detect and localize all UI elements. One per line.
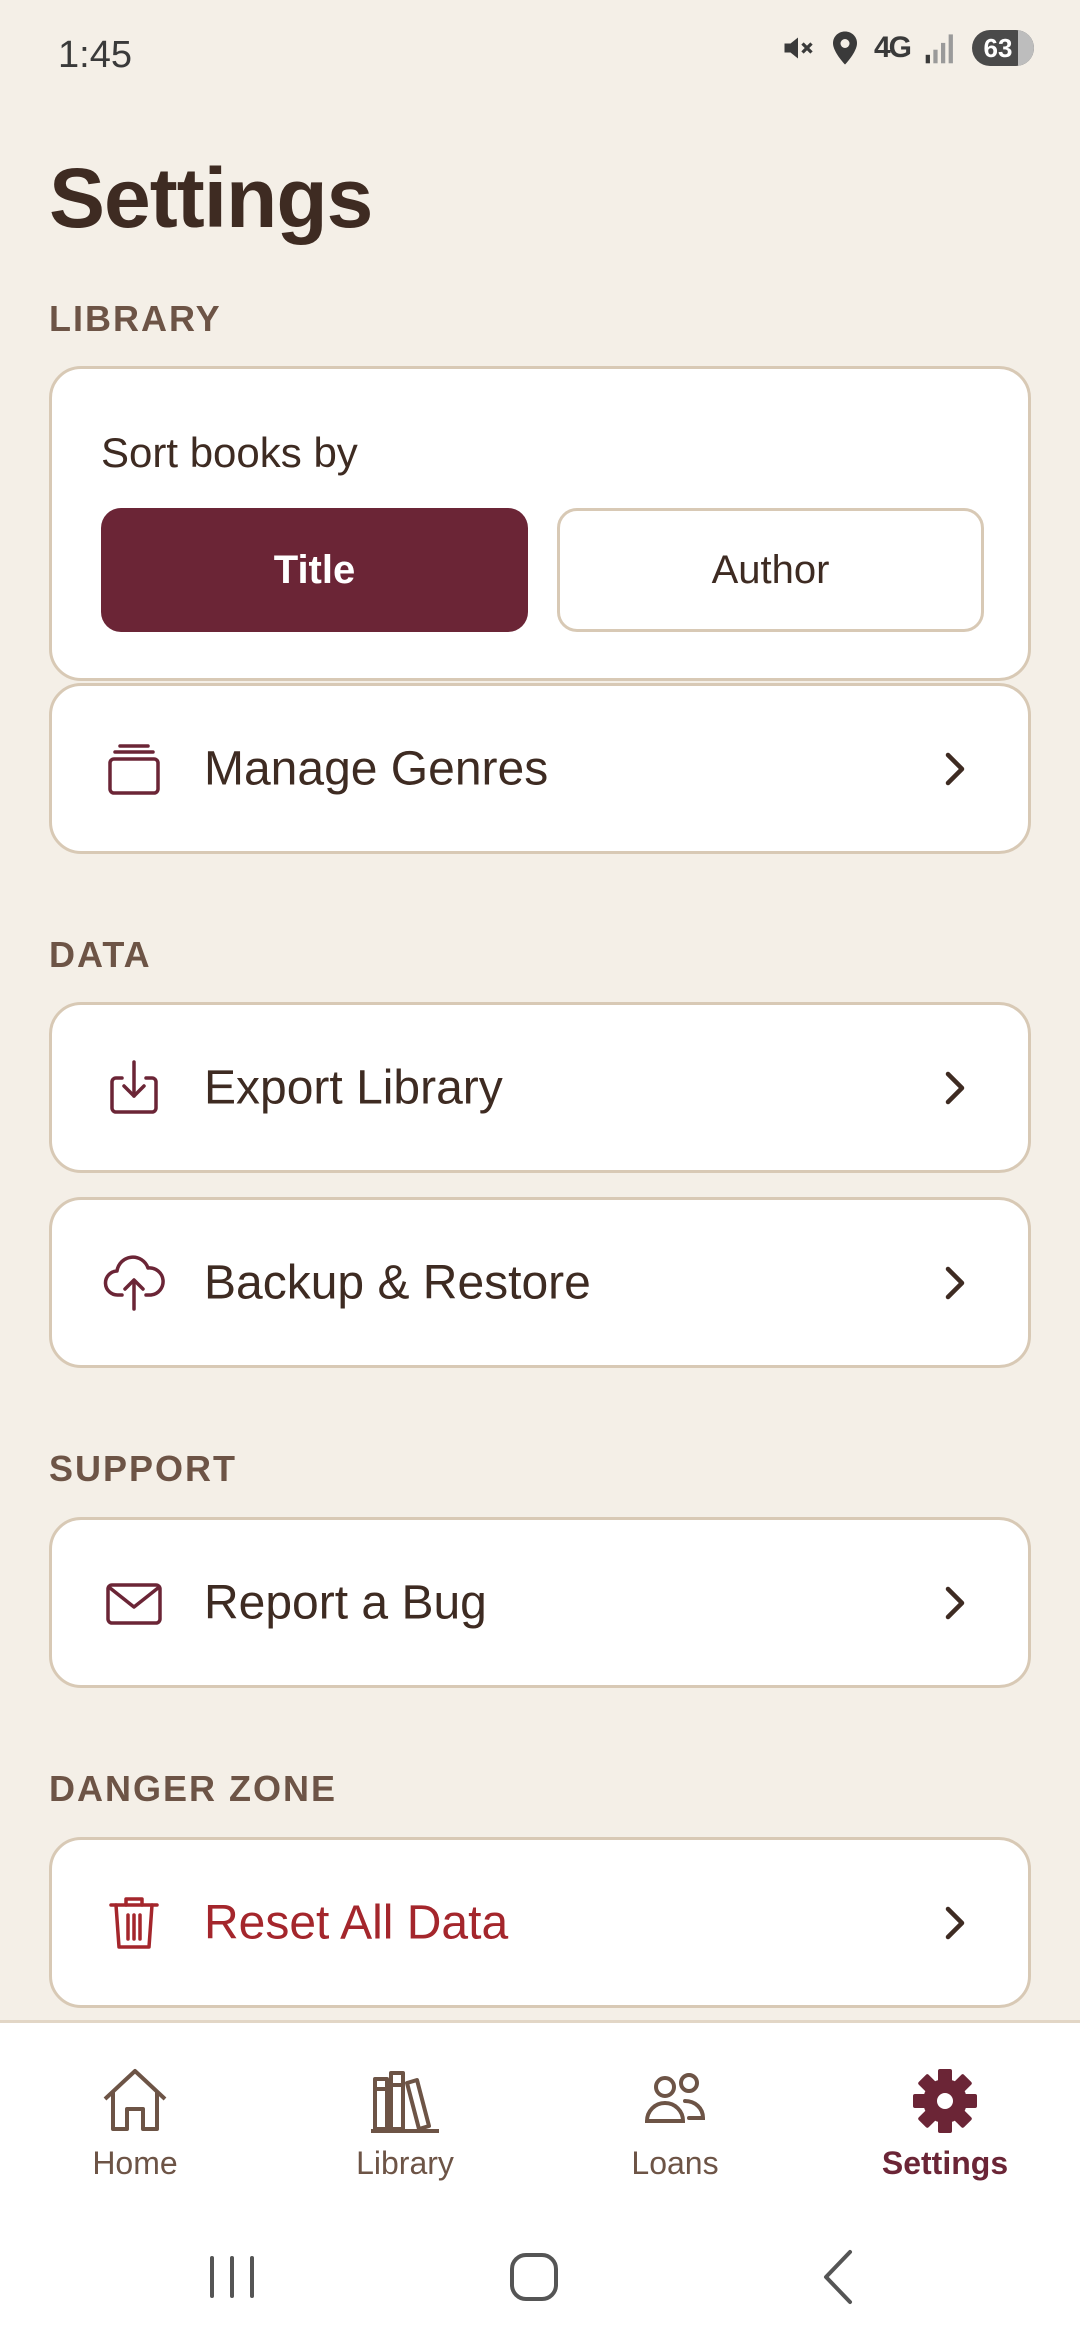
trash-icon: [102, 1891, 166, 1955]
nav-home-label: Home: [92, 2145, 178, 2181]
gear-icon: [913, 2069, 977, 2133]
manage-genres-label: Manage Genres: [204, 742, 549, 795]
home-icon: [103, 2069, 167, 2131]
sort-label: Sort books by: [101, 429, 358, 476]
manage-genres-row[interactable]: Manage Genres: [49, 683, 1031, 854]
sort-card: Sort books by Title Author: [49, 366, 1031, 681]
chevron-right-icon: [936, 745, 976, 793]
section-label-library: LIBRARY: [49, 298, 222, 339]
chevron-right-icon: [936, 1579, 976, 1627]
battery-level: 63: [983, 32, 1013, 63]
section-label-data: DATA: [49, 934, 152, 975]
nav-loans[interactable]: Loans: [540, 2023, 810, 2219]
sort-title-button[interactable]: Title: [101, 508, 528, 632]
reset-data-row[interactable]: Reset All Data: [49, 1837, 1031, 2008]
signal-icon: [924, 31, 958, 65]
chevron-right-icon: [936, 1899, 976, 1947]
status-time: 1:45: [58, 34, 132, 76]
nav-settings-label: Settings: [881, 2145, 1009, 2181]
sort-author-button[interactable]: Author: [557, 508, 984, 632]
back-button[interactable]: [798, 2238, 878, 2318]
books-icon: [371, 2071, 439, 2133]
reset-data-label: Reset All Data: [204, 1896, 509, 1949]
mail-icon: [102, 1571, 166, 1635]
back-icon: [824, 2250, 852, 2304]
nav-home[interactable]: Home: [0, 2023, 270, 2219]
chevron-right-icon: [936, 1259, 976, 1307]
nav-loans-label: Loans: [631, 2145, 719, 2181]
export-library-label: Export Library: [204, 1061, 503, 1114]
stack-icon: [102, 737, 166, 801]
status-icons: 4G 63: [780, 30, 1034, 66]
bottom-nav: Home Library Loans Settings: [0, 2020, 1080, 2216]
battery-icon: 63: [972, 30, 1034, 66]
nav-settings[interactable]: Settings: [810, 2023, 1080, 2219]
backup-restore-label: Backup & Restore: [204, 1256, 591, 1309]
chevron-right-icon: [936, 1064, 976, 1112]
recents-button[interactable]: [192, 2238, 272, 2318]
settings-screen: 1:45 4G 63 Settings LIBRARY Sort books b…: [0, 0, 1080, 2340]
page-title: Settings: [49, 151, 373, 245]
download-icon: [102, 1056, 166, 1120]
location-icon: [830, 30, 860, 66]
people-icon: [644, 2073, 706, 2123]
home-square-icon: [510, 2253, 558, 2301]
nav-library-label: Library: [356, 2145, 454, 2181]
report-bug-label: Report a Bug: [204, 1576, 487, 1629]
network-label: 4G: [873, 31, 912, 64]
recents-icon: [210, 2256, 254, 2298]
section-label-support: SUPPORT: [49, 1448, 238, 1489]
system-nav-bar: [0, 2216, 1080, 2340]
mute-icon: [780, 30, 816, 66]
nav-library[interactable]: Library: [270, 2023, 540, 2219]
home-system-button[interactable]: [494, 2238, 574, 2318]
section-label-danger-zone: DANGER ZONE: [49, 1768, 338, 1809]
report-bug-row[interactable]: Report a Bug: [49, 1517, 1031, 1688]
cloud-upload-icon: [102, 1251, 166, 1315]
backup-restore-row[interactable]: Backup & Restore: [49, 1197, 1031, 1368]
export-library-row[interactable]: Export Library: [49, 1002, 1031, 1173]
status-bar: 1:45 4G 63: [0, 0, 1080, 110]
